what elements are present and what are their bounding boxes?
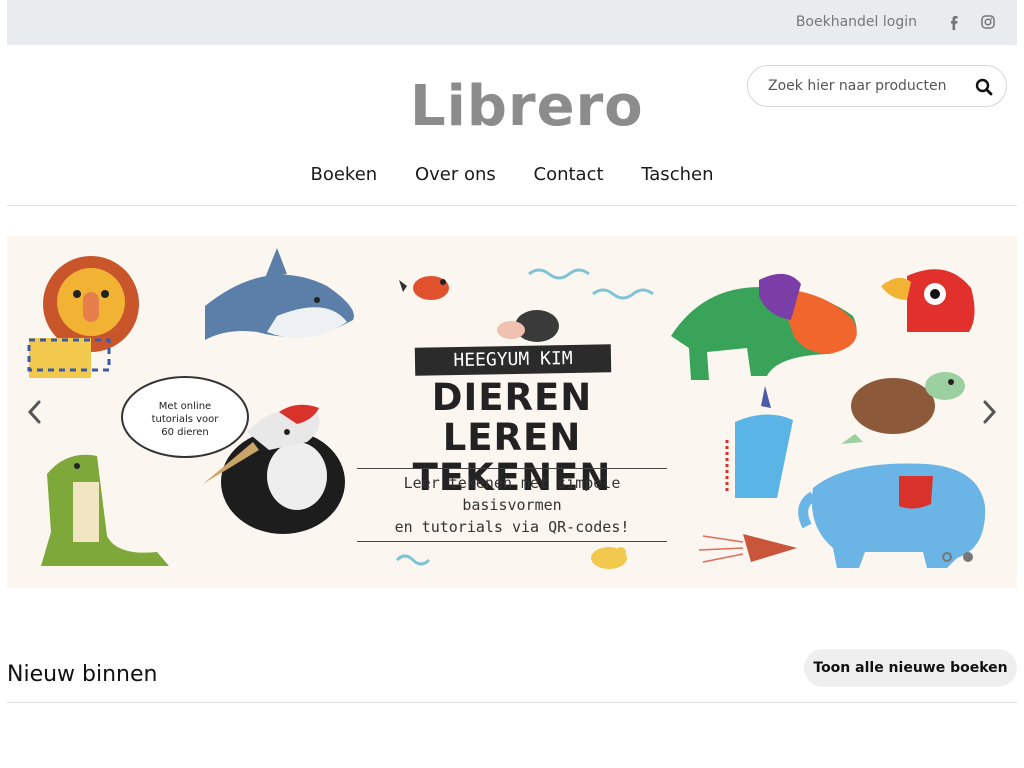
bubble-line-2: tutorials voor	[151, 414, 219, 425]
slide-subtitle-line-2: en tutorials via QR-codes!	[394, 518, 630, 536]
squid-illustration	[698, 534, 797, 563]
header-divider	[7, 205, 1017, 206]
nav-item-over-ons[interactable]: Over ons	[415, 164, 496, 185]
instagram-icon[interactable]	[979, 13, 997, 31]
chevron-left-icon[interactable]	[23, 396, 47, 428]
turtle-illustration	[841, 372, 965, 444]
bubble-line-3: 60 dieren	[161, 427, 209, 438]
facebook-icon[interactable]	[945, 13, 963, 31]
search-box	[747, 65, 1007, 107]
slider-dot-2[interactable]	[963, 552, 973, 562]
librero-logo[interactable]: Librero	[410, 74, 644, 140]
speech-bubble: Met online tutorials voor 60 dieren	[121, 376, 249, 458]
search-input[interactable]	[768, 76, 968, 96]
chevron-right-icon[interactable]	[977, 396, 1001, 428]
top-bar: Boekhandel login	[7, 0, 1017, 45]
bubble-line-1: Met online	[158, 401, 212, 412]
hedgehog-illustration	[497, 310, 559, 342]
hero-slider: HEEGYUM KIM DIEREN LEREN TEKENEN Leer te…	[7, 236, 1017, 588]
slide-author-banner: HEEGYUM KIM	[414, 344, 612, 376]
nav-item-taschen[interactable]: Taschen	[641, 164, 713, 185]
unicorn-illustration	[725, 386, 793, 498]
tapir-illustration	[671, 273, 857, 380]
slider-dot-1[interactable]	[941, 552, 952, 562]
main-nav: Boeken Over ons Contact Taschen	[0, 164, 1024, 185]
nav-item-contact[interactable]: Contact	[534, 164, 604, 185]
slider-pagination	[936, 547, 973, 566]
slide-subtitle-line-1: Leer tekenen met simpele basisvormen	[403, 474, 621, 514]
crocodile-illustration	[41, 454, 169, 566]
red-bird-illustration	[399, 276, 449, 300]
bookstore-login-link[interactable]: Boekhandel login	[796, 14, 917, 30]
search-icon[interactable]	[974, 77, 994, 97]
section-divider	[7, 702, 1017, 703]
toucan-illustration	[881, 269, 975, 332]
slide-subtitle: Leer tekenen met simpele basisvormen en …	[357, 468, 667, 542]
slide-title-line-1: DIEREN LEREN	[431, 376, 593, 459]
show-all-new-books-button[interactable]: Toon alle nieuwe boeken	[804, 649, 1017, 687]
lion-illustration	[27, 256, 139, 378]
nav-item-boeken[interactable]: Boeken	[311, 164, 378, 185]
new-arrivals-title: Nieuw binnen	[7, 662, 158, 687]
mouse-illustration	[591, 547, 627, 569]
shark-illustration	[205, 248, 354, 340]
